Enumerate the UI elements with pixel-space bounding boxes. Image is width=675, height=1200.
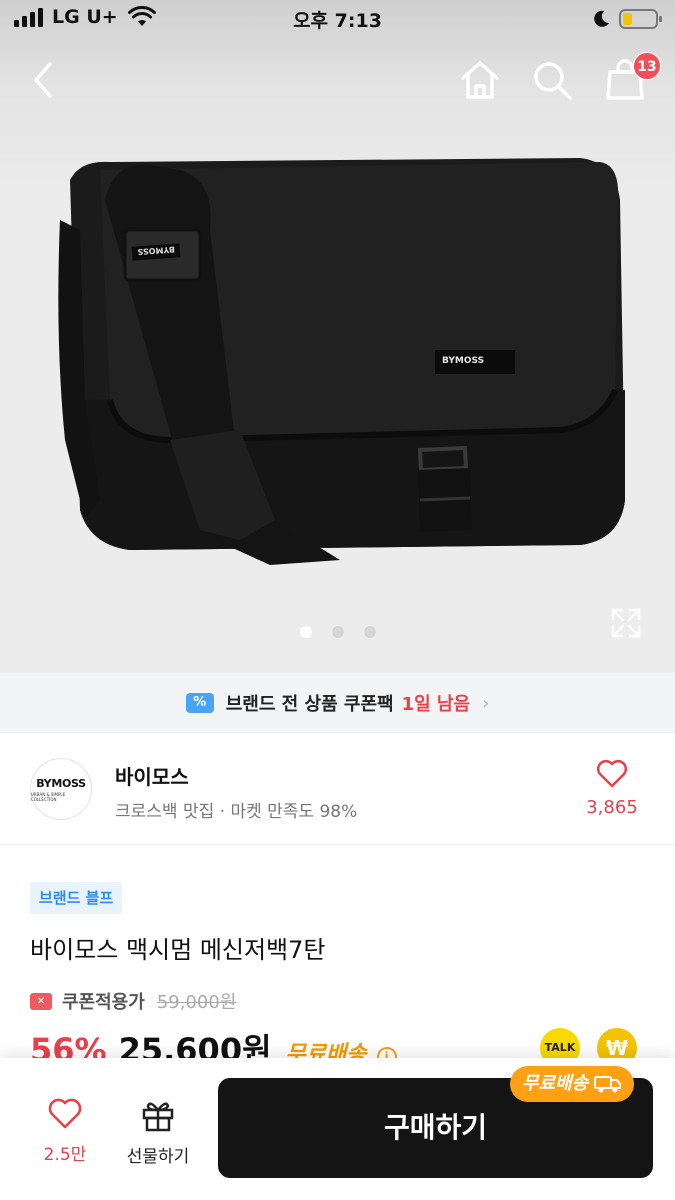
carousel-dot[interactable] [363,626,376,638]
product-image: BYMOSS BYMOSS [58,158,625,565]
free-shipping-badge: 무료배송 [510,1066,635,1102]
coupon-banner-text: 브랜드 전 상품 쿠폰팩 [225,694,394,715]
gift-icon [142,1102,174,1132]
svg-text:BYMOSS: BYMOSS [442,356,484,366]
coupon-icon: % [185,693,214,713]
product-title: 바이모스 맥시멈 메신저백7탄 [30,936,326,964]
search-icon[interactable] [530,58,574,102]
gift-label: 선물하기 [126,1147,190,1167]
moon-icon [594,10,609,27]
home-icon[interactable] [458,58,502,102]
wishlist-button[interactable]: 2.5만 [20,1098,110,1165]
coupon-remaining: 1일 남음 [401,694,471,715]
wishlist-count: 2.5만 [43,1145,87,1165]
carousel-indicator [0,626,675,638]
gift-button[interactable]: 선물하기 [113,1098,203,1167]
heart-icon [596,759,628,788]
bottom-action-bar: 2.5만 선물하기 구매하기 무료배송 [0,1058,675,1200]
chevron-right-icon: › [482,692,490,714]
kakao-talk-icon[interactable]: TALK [540,1028,580,1060]
free-shipping-badge-text: 무료배송 [522,1073,589,1094]
product-image-carousel[interactable]: LG U+ 오후 7:13 13 BYMOSS BYMOSS [0,0,675,673]
coupon-ticket-icon: ✕ [30,992,52,1010]
store-like-count: 3,865 [586,797,638,818]
coupon-pack-banner[interactable]: % 브랜드 전 상품 쿠폰팩 1일 남음 › [0,673,675,733]
carousel-dot[interactable] [299,626,312,638]
coupon-price-label: 쿠폰적용가 [62,992,145,1013]
heart-icon [48,1098,82,1129]
back-icon[interactable] [28,60,58,100]
status-time: 오후 7:13 [293,10,382,32]
expand-icon[interactable] [610,607,642,639]
store-like-button[interactable]: 3,865 [577,759,647,818]
store-name[interactable]: 바이모스 [115,761,189,790]
original-price: 59,000원 [156,992,237,1013]
store-logo[interactable]: BYMOSS URBAN & SIMPLE COLLECTION [30,758,92,820]
battery-icon [619,9,662,29]
status-bar: LG U+ 오후 7:13 [0,0,675,38]
carousel-dot[interactable] [331,626,344,638]
promo-tag: 브랜드 블프 [30,882,123,914]
coupon-price-row: ✕ 쿠폰적용가 59,000원 [30,988,236,1014]
payment-icons: TALK ₩ [0,1028,675,1060]
cart-count-badge: 13 [633,52,661,80]
won-coin-icon[interactable]: ₩ [597,1028,637,1060]
store-subtitle: 크로스백 맛집 · 마켓 만족도 98% [115,802,358,822]
store-info[interactable]: BYMOSS URBAN & SIMPLE COLLECTION 바이모스 크로… [0,733,675,845]
truck-icon [594,1076,622,1093]
